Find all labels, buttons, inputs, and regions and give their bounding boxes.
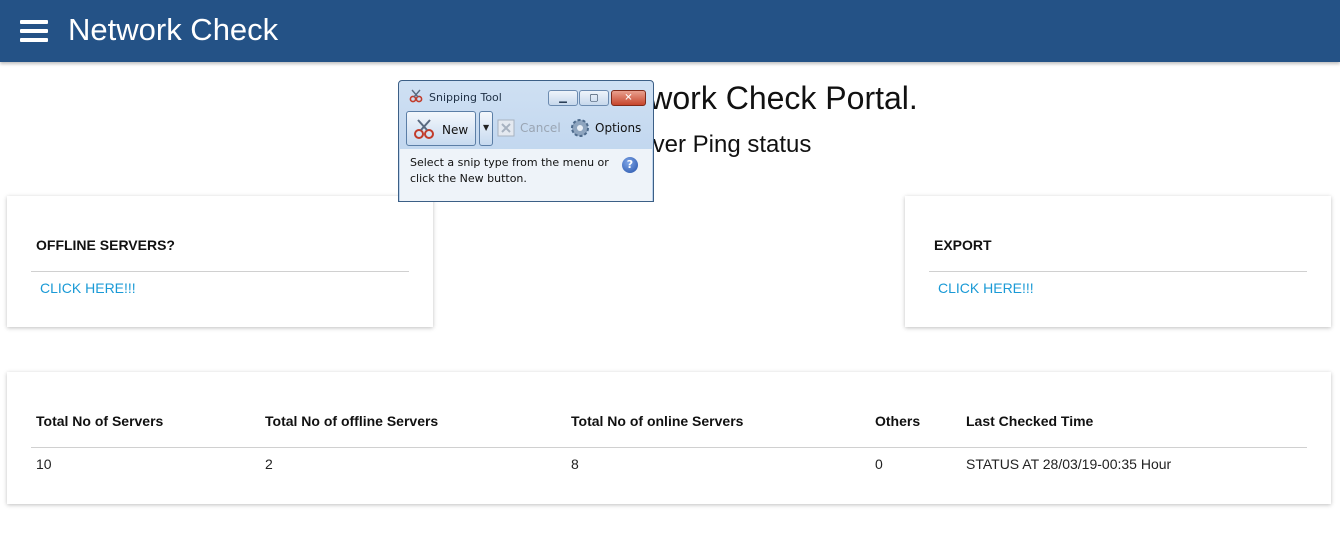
divider (31, 447, 1307, 448)
cancel-button[interactable]: Cancel (520, 121, 561, 135)
app-bar: Network Check (0, 0, 1340, 62)
app-title: Network Check (68, 12, 279, 47)
chevron-down-icon: ▼ (483, 123, 490, 132)
cancel-icon (497, 119, 515, 137)
table-cell-online-servers: 8 (571, 456, 579, 472)
help-text: Select a snip type from the menu or clic… (410, 156, 609, 185)
maximize-button[interactable]: ▢ (579, 90, 609, 106)
table-header-offline-servers: Total No of offline Servers (265, 413, 439, 429)
welcome-subtitle: Monitor Server Ping status (528, 131, 812, 158)
offline-servers-card: OFFLINE SERVERS? CLICK HERE!!! (7, 196, 433, 327)
table-header-total-servers: Total No of Servers (36, 413, 164, 429)
table-cell-total-servers: 10 (36, 456, 52, 472)
new-label: New (442, 123, 469, 137)
server-summary-table: Total No of Servers Total No of offline … (7, 372, 1331, 504)
minimize-button[interactable]: ▁ (548, 90, 578, 106)
table-cell-offline-servers: 2 (265, 456, 273, 472)
snip-toolbar: New ▼ Cancel Options (405, 111, 647, 147)
hamburger-menu-icon[interactable] (20, 19, 48, 43)
divider (31, 271, 409, 272)
table-cell-others: 0 (875, 456, 883, 472)
table-header-others: Others (875, 413, 921, 429)
snipping-tool-window: Snipping Tool ▁ ▢ ✕ New ▼ Cancel Options… (398, 80, 654, 202)
new-snip-button[interactable]: New (406, 111, 476, 146)
table-header-online-servers: Total No of online Servers (571, 413, 744, 429)
export-link[interactable]: CLICK HERE!!! (938, 280, 1034, 296)
snip-type-dropdown[interactable]: ▼ (479, 111, 493, 146)
scissors-icon (414, 119, 434, 139)
table-header-last-checked: Last Checked Time (966, 413, 1094, 429)
table-cell-last-checked: STATUS AT 28/03/19-00:35 Hour (966, 456, 1172, 472)
close-button[interactable]: ✕ (611, 90, 646, 106)
scissors-icon (409, 89, 423, 103)
export-title: EXPORT (934, 237, 992, 253)
snip-help-panel: Select a snip type from the menu or clic… (400, 149, 652, 201)
help-icon[interactable]: ? (622, 157, 638, 173)
offline-servers-title: OFFLINE SERVERS? (36, 237, 175, 253)
offline-servers-link[interactable]: CLICK HERE!!! (40, 280, 136, 296)
export-card: EXPORT CLICK HERE!!! (905, 196, 1331, 327)
window-title: Snipping Tool (429, 91, 502, 104)
options-gear-icon (571, 119, 589, 137)
options-button[interactable]: Options (595, 121, 641, 135)
divider (929, 271, 1307, 272)
welcome-title: Welcome to Network Check Portal. (422, 80, 918, 116)
